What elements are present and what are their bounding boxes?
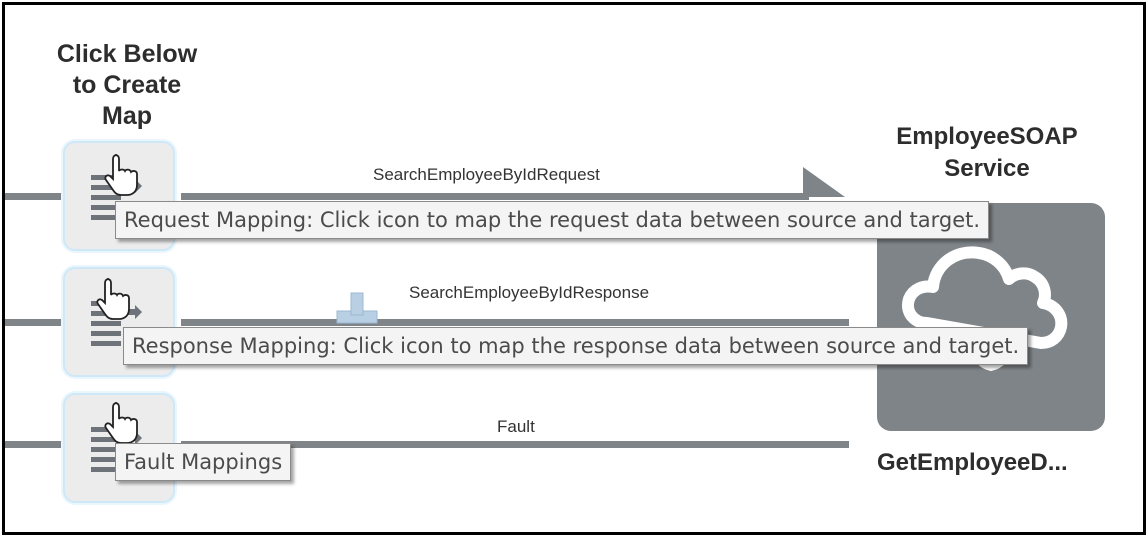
request-flow-line xyxy=(181,193,809,200)
fault-message-label: Fault xyxy=(497,417,535,436)
heading-line-1: Click Below xyxy=(56,40,198,68)
heading-line-2: to Create xyxy=(72,71,182,99)
create-map-heading: Click Below to Create Map xyxy=(27,39,227,132)
service-title-line-2: Service xyxy=(944,155,1030,182)
response-flow-line xyxy=(181,319,849,326)
request-flow-line-left xyxy=(5,193,63,200)
response-mapping-tooltip: Response Mapping: Click icon to map the … xyxy=(123,327,1029,365)
response-connector-icon xyxy=(336,292,378,324)
heading-line-3: Map xyxy=(102,102,152,130)
response-message-label: SearchEmployeeByIdResponse xyxy=(409,283,650,302)
integration-canvas: Click Below to Create Map SearchEmployee… xyxy=(2,2,1146,535)
response-flow-line-left xyxy=(5,319,63,326)
service-title: EmployeeSOAP Service xyxy=(867,121,1107,185)
operation-label: GetEmployeeD... xyxy=(877,449,1068,476)
fault-flow-line-left xyxy=(5,441,63,448)
request-message-label: SearchEmployeeByIdRequest xyxy=(373,165,600,184)
request-mapping-tooltip: Request Mapping: Click icon to map the r… xyxy=(115,201,990,239)
fault-mappings-tooltip: Fault Mappings xyxy=(115,443,292,481)
request-arrow-icon xyxy=(803,167,845,197)
service-title-line-1: EmployeeSOAP xyxy=(896,123,1078,150)
